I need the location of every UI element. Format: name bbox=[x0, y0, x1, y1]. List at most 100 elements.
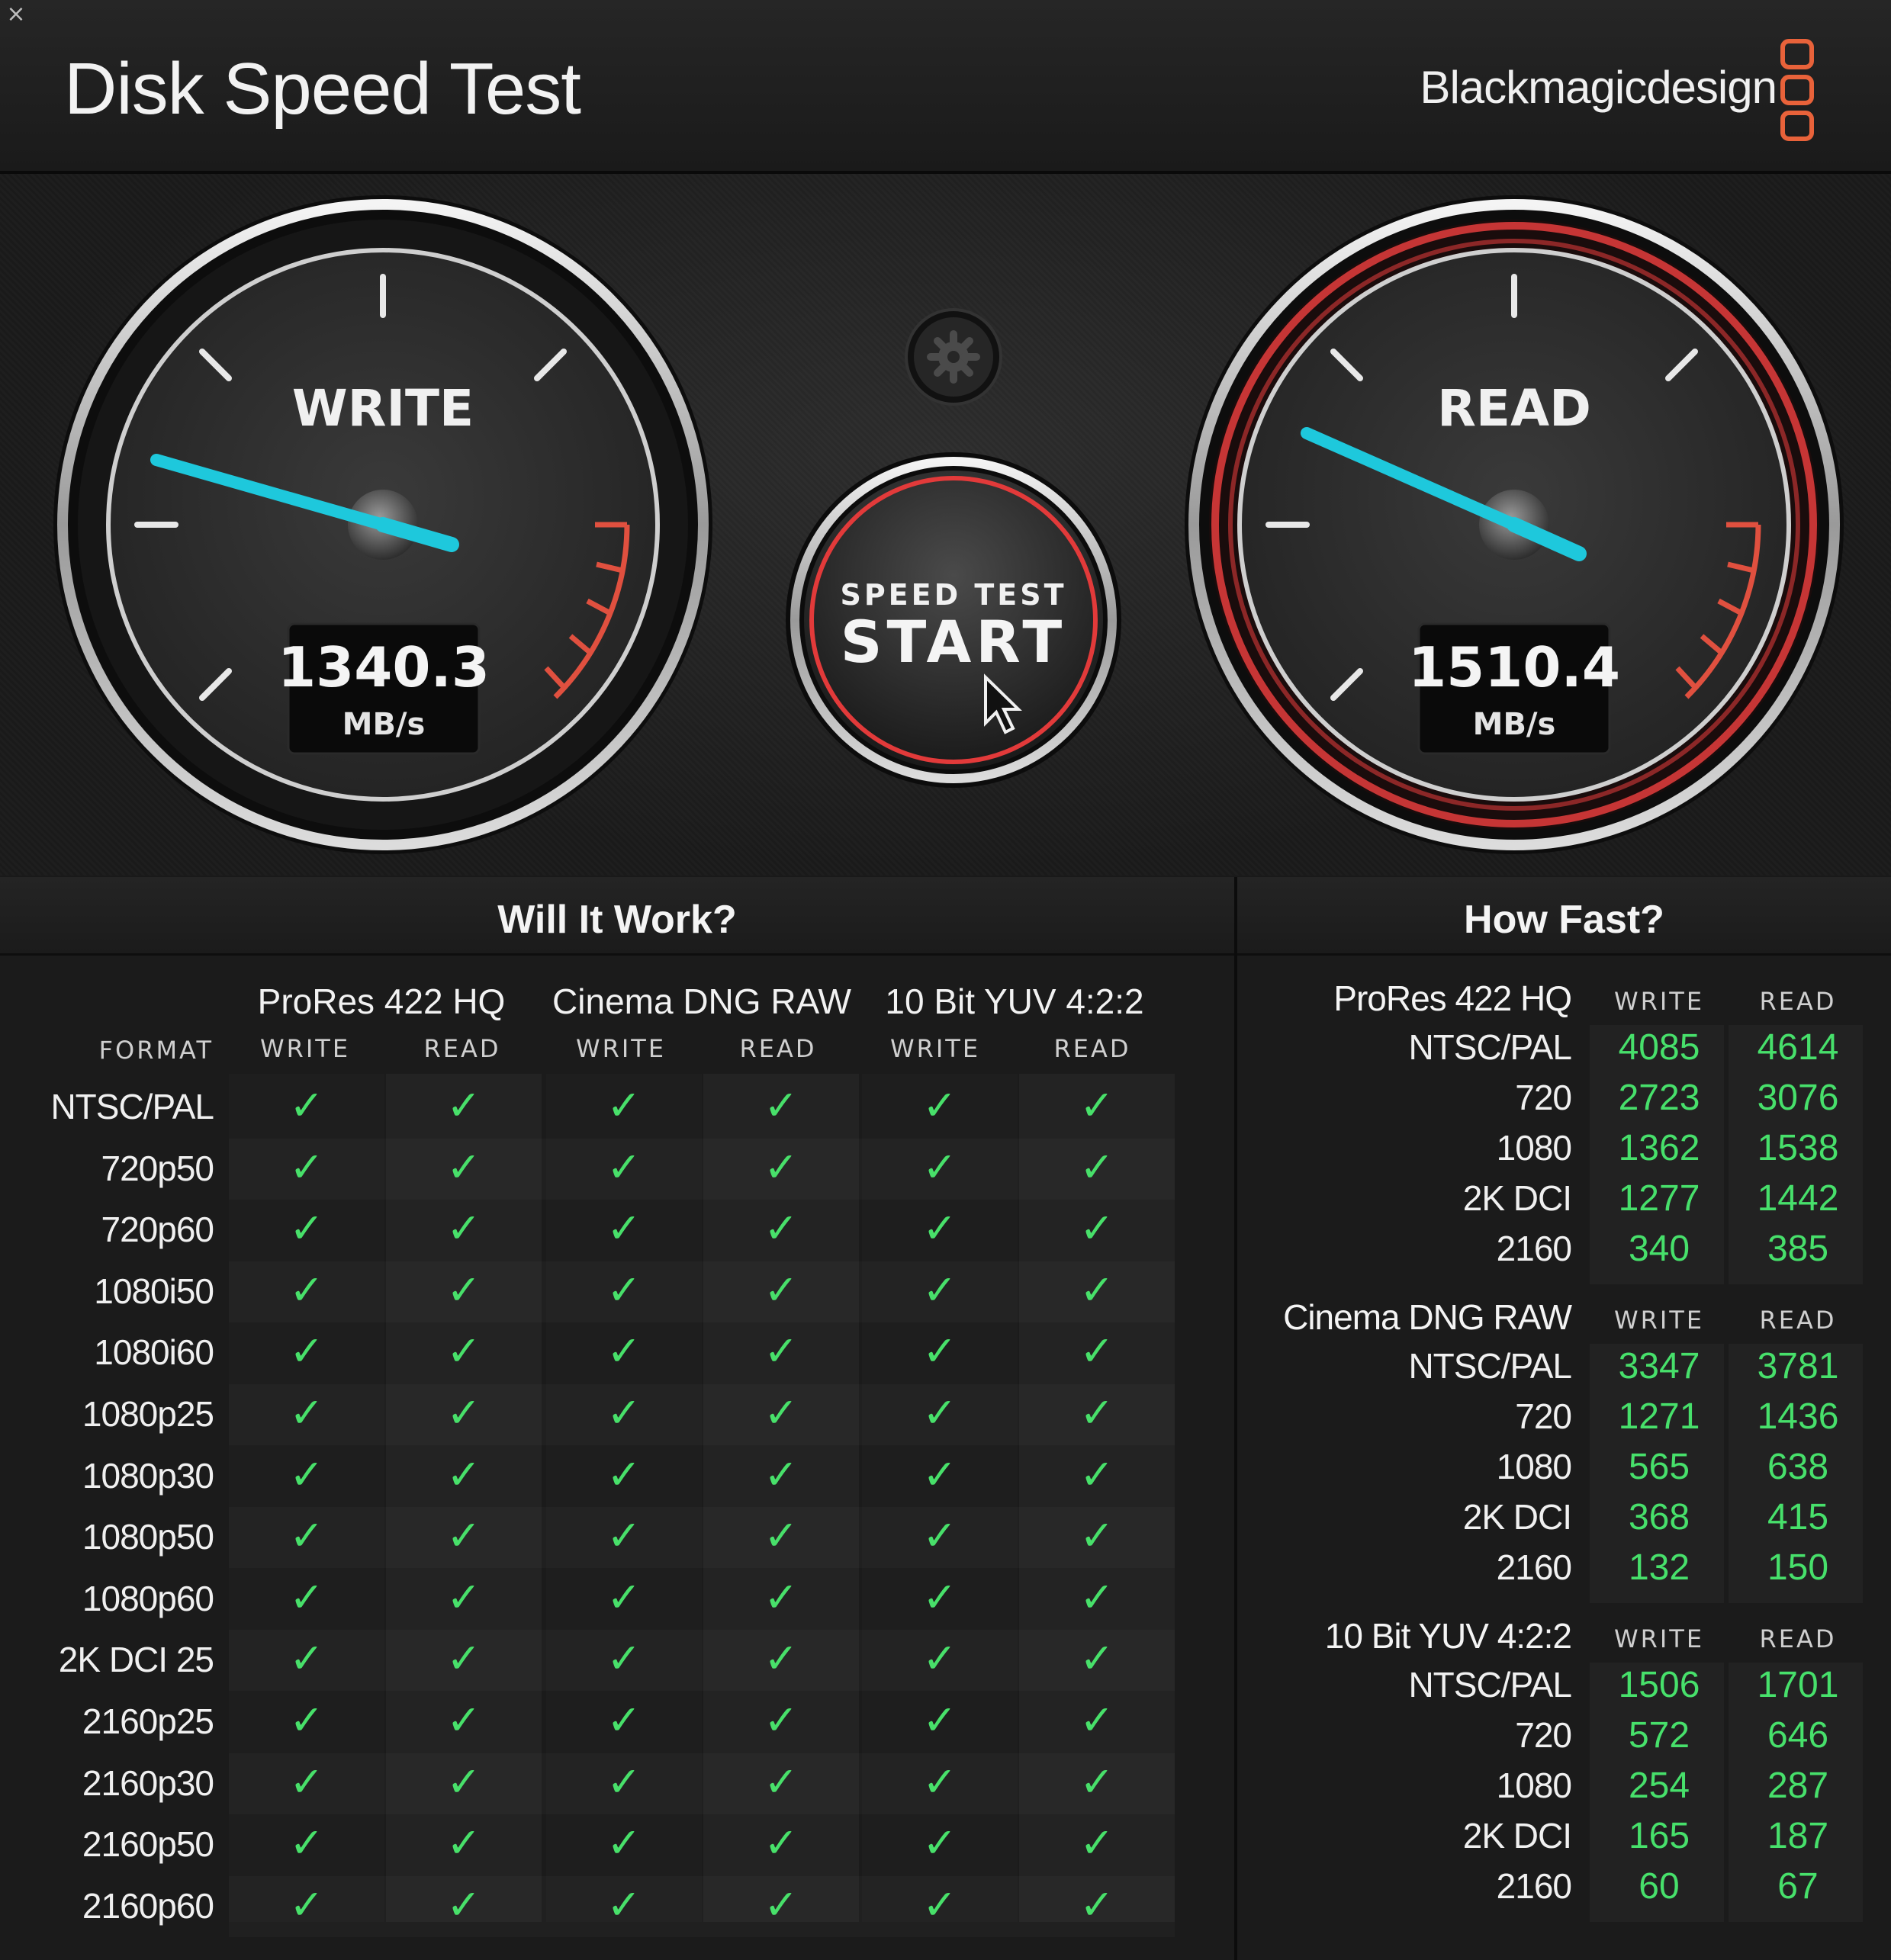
check-icon-prores-read: ✓ bbox=[446, 1573, 481, 1621]
hf-row-label: 720 bbox=[1515, 1715, 1572, 1755]
check-icon-dng-read: ✓ bbox=[764, 1757, 799, 1806]
write-gauge: WRITE 1340.3 MB/s bbox=[53, 195, 712, 854]
hf-row-label: 720 bbox=[1515, 1078, 1572, 1117]
hf-read-value: 1442 bbox=[1757, 1178, 1839, 1219]
check-icon-dng-write: ✓ bbox=[606, 1573, 642, 1621]
check-icon-dng-write: ✓ bbox=[606, 1081, 642, 1129]
hf-write-value: 340 bbox=[1628, 1229, 1690, 1269]
check-icon-yuv-read: ✓ bbox=[1079, 1696, 1114, 1744]
hf-write-value: 1277 bbox=[1618, 1178, 1700, 1219]
format-label: 2K DCI 25 bbox=[58, 1640, 214, 1680]
format-label: 1080p30 bbox=[82, 1455, 214, 1496]
hf-read-value: 187 bbox=[1767, 1816, 1829, 1856]
hf-write-header: WRITE bbox=[1613, 1624, 1705, 1653]
check-icon-dng-write: ✓ bbox=[606, 1696, 642, 1744]
check-icon-yuv-write: ✓ bbox=[922, 1819, 957, 1868]
will-it-work-title: Will It Work? bbox=[497, 898, 737, 942]
check-icon-prores-write: ✓ bbox=[289, 1327, 324, 1376]
check-icon-dng-write: ✓ bbox=[606, 1142, 642, 1191]
check-icon-dng-read: ✓ bbox=[764, 1573, 799, 1621]
hf-write-value: 3347 bbox=[1618, 1346, 1700, 1386]
check-icon-dng-write: ✓ bbox=[606, 1634, 642, 1683]
check-icon-dng-write: ✓ bbox=[606, 1389, 642, 1437]
format-label: NTSC/PAL bbox=[50, 1087, 214, 1126]
check-icon-yuv-read: ✓ bbox=[1079, 1081, 1114, 1129]
hf-write-value: 1506 bbox=[1618, 1665, 1700, 1705]
format-label: 1080p25 bbox=[82, 1394, 214, 1434]
check-icon-yuv-write: ✓ bbox=[922, 1265, 957, 1314]
check-icon-dng-write: ✓ bbox=[606, 1327, 642, 1376]
check-icon-prores-write: ✓ bbox=[289, 1573, 324, 1621]
title-bar: × Disk Speed Test Blackmagicdesign bbox=[0, 0, 1891, 174]
hf-write-value: 1271 bbox=[1618, 1396, 1700, 1437]
close-icon[interactable]: × bbox=[3, 2, 29, 27]
hf-write-value: 368 bbox=[1628, 1497, 1690, 1537]
check-icon-prores-read: ✓ bbox=[446, 1265, 481, 1314]
check-icon-dng-read: ✓ bbox=[764, 1081, 799, 1129]
check-icon-prores-write: ✓ bbox=[289, 1142, 324, 1191]
check-icon-yuv-write: ✓ bbox=[922, 1389, 957, 1437]
start-button-label: START bbox=[841, 608, 1066, 676]
read-speed-unit: MB/s bbox=[1473, 707, 1556, 742]
format-label: 2160p50 bbox=[82, 1824, 214, 1865]
check-icon-yuv-write: ✓ bbox=[922, 1081, 957, 1129]
check-icon-prores-read: ✓ bbox=[446, 1880, 481, 1929]
start-button[interactable]: SPEED TEST START bbox=[786, 452, 1121, 788]
app-window: × Disk Speed Test Blackmagicdesign WRITE… bbox=[0, 0, 1891, 1960]
check-icon-yuv-write: ✓ bbox=[922, 1757, 957, 1806]
check-icon-prores-write: ✓ bbox=[289, 1880, 324, 1929]
hf-read-value: 3076 bbox=[1757, 1078, 1839, 1118]
check-icon-dng-write: ✓ bbox=[606, 1265, 642, 1314]
check-icon-dng-read: ✓ bbox=[764, 1142, 799, 1191]
hf-write-value: 2723 bbox=[1618, 1078, 1700, 1118]
hf-row-label: 1080 bbox=[1496, 1128, 1572, 1168]
hf-row-label: 1080 bbox=[1496, 1766, 1572, 1805]
check-icon-yuv-write: ✓ bbox=[922, 1573, 957, 1621]
check-icon-dng-read: ✓ bbox=[764, 1634, 799, 1683]
check-icon-yuv-read: ✓ bbox=[1079, 1265, 1114, 1314]
check-icon-dng-read: ✓ bbox=[764, 1880, 799, 1929]
check-icon-prores-read: ✓ bbox=[446, 1142, 481, 1191]
settings-button[interactable] bbox=[905, 308, 1002, 406]
hf-read-value: 385 bbox=[1767, 1229, 1829, 1269]
hf-row-label: 2K DCI bbox=[1462, 1816, 1572, 1856]
check-icon-dng-read: ✓ bbox=[764, 1204, 799, 1253]
hf-read-value: 646 bbox=[1767, 1715, 1829, 1756]
check-icon-yuv-write: ✓ bbox=[922, 1204, 957, 1253]
hf-read-value: 1436 bbox=[1757, 1396, 1839, 1437]
check-icon-yuv-write: ✓ bbox=[922, 1696, 957, 1744]
wiw-dng-read-header: READ bbox=[739, 1034, 817, 1063]
read-gauge: READ 1510.4 MB/s bbox=[1185, 195, 1844, 854]
table-row bbox=[229, 1507, 1175, 1568]
check-icon-dng-write: ✓ bbox=[606, 1757, 642, 1806]
hf-read-value: 67 bbox=[1777, 1866, 1819, 1907]
wiw-yuv-write-header: WRITE bbox=[889, 1034, 981, 1063]
table-row bbox=[229, 1261, 1175, 1322]
format-label: 2160p30 bbox=[82, 1762, 214, 1803]
check-icon-dng-write: ✓ bbox=[606, 1819, 642, 1868]
table-row bbox=[229, 1139, 1175, 1200]
check-icon-prores-write: ✓ bbox=[289, 1081, 324, 1129]
hf-group-title-dng: Cinema DNG RAW bbox=[1283, 1297, 1572, 1337]
hf-group-title-yuv: 10 Bit YUV 4:2:2 bbox=[1324, 1616, 1572, 1656]
app-title: Disk Speed Test bbox=[64, 48, 581, 130]
check-icon-prores-write: ✓ bbox=[289, 1634, 324, 1683]
check-icon-yuv-read: ✓ bbox=[1079, 1634, 1114, 1683]
wiw-dng-write-header: WRITE bbox=[575, 1034, 667, 1063]
hf-write-value: 254 bbox=[1628, 1766, 1690, 1806]
check-icon-dng-read: ✓ bbox=[764, 1696, 799, 1744]
hf-read-value: 150 bbox=[1767, 1547, 1829, 1588]
check-icon-prores-read: ✓ bbox=[446, 1512, 481, 1560]
hf-row-label: 720 bbox=[1515, 1396, 1572, 1436]
hf-write-value: 60 bbox=[1639, 1866, 1680, 1907]
check-icon-yuv-read: ✓ bbox=[1079, 1880, 1114, 1929]
check-icon-prores-write: ✓ bbox=[289, 1757, 324, 1806]
hf-read-value: 287 bbox=[1767, 1766, 1829, 1806]
format-label: 720p60 bbox=[101, 1210, 215, 1250]
wiw-group-yuv: 10 Bit YUV 4:2:2 bbox=[885, 982, 1144, 1021]
format-label: 1080p50 bbox=[82, 1517, 214, 1557]
hf-row-label: 2160 bbox=[1496, 1229, 1572, 1268]
hf-row-label: NTSC/PAL bbox=[1408, 1346, 1572, 1386]
check-icon-dng-read: ✓ bbox=[764, 1819, 799, 1868]
hf-write-value: 165 bbox=[1628, 1816, 1690, 1856]
